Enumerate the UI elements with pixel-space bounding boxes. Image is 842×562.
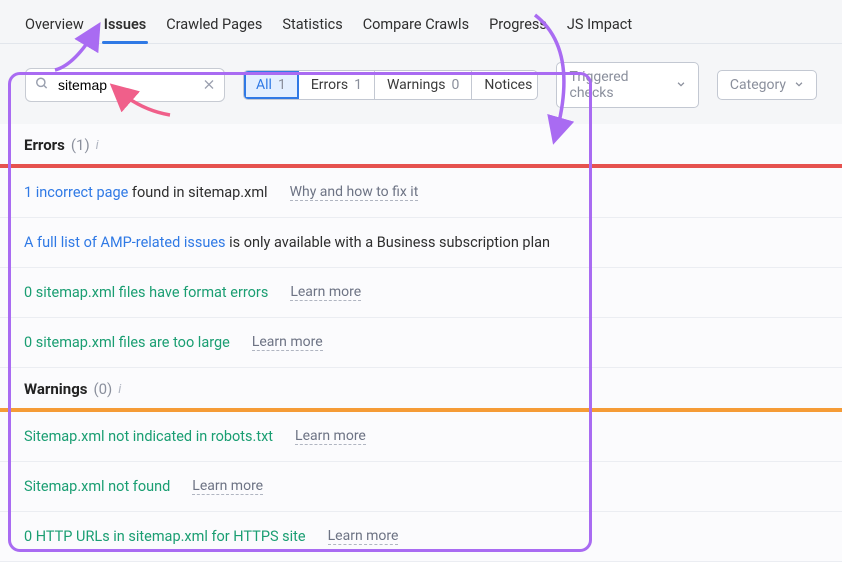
issue-text: 0 sitemap.xml files are too large [24,334,230,351]
errors-count: (1) [71,136,90,154]
issue-row: Sitemap.xml not indicated in robots.txt … [0,412,842,462]
issue-row: 0 HTTP URLs in sitemap.xml for HTTPS sit… [0,512,842,562]
issue-row: 0 sitemap.xml files are too large Learn … [0,318,842,368]
learn-more-link[interactable]: Learn more [295,428,366,445]
filter-notices-label: Notices [484,77,532,93]
filter-errors-count: 1 [354,77,362,93]
search-box [25,68,225,102]
issue-row: 0 sitemap.xml files have format errors L… [0,268,842,318]
main-tabs: Overview Issues Crawled Pages Statistics… [0,0,842,44]
search-icon [35,76,49,95]
category-label: Category [730,77,786,93]
issue-row: 1 incorrect page found in sitemap.xml Wh… [0,168,842,218]
search-input[interactable] [25,68,225,102]
filter-all-count: 1 [278,77,286,93]
learn-more-link[interactable]: Learn more [252,334,323,351]
learn-more-link[interactable]: Learn more [290,284,361,301]
warnings-title: Warnings [24,380,87,398]
filter-errors[interactable]: Errors 1 [299,71,375,99]
issue-row: A full list of AMP-related issues is onl… [0,218,842,268]
issue-text-part: found in sitemap.xml [128,184,267,201]
filter-errors-label: Errors [311,77,348,93]
why-how-fix-link[interactable]: Why and how to fix it [290,184,419,201]
issues-content: Errors (1) i 1 incorrect page found in s… [0,124,842,562]
tab-compare-crawls[interactable]: Compare Crawls [353,8,479,43]
filter-notices[interactable]: Notices 0 [472,71,538,99]
tab-issues[interactable]: Issues [94,8,156,43]
warnings-count: (0) [93,380,112,398]
issue-text-part: is only available with a Business subscr… [226,234,550,251]
triggered-checks-label: Triggered checks [569,69,667,101]
issue-row: Sitemap.xml not found Learn more [0,462,842,512]
tab-overview[interactable]: Overview [15,8,94,43]
filter-all-label: All [256,77,272,93]
triggered-checks-dropdown[interactable]: Triggered checks [556,62,698,108]
tab-js-impact[interactable]: JS Impact [557,8,642,43]
issue-link[interactable]: A full list of AMP-related issues [24,234,226,251]
learn-more-link[interactable]: Learn more [328,528,399,545]
issue-text: Sitemap.xml not indicated in robots.txt [24,428,273,445]
category-dropdown[interactable]: Category [717,70,817,100]
filter-warnings-count: 0 [451,77,459,93]
chevron-down-icon [676,77,686,93]
filter-warnings-label: Warnings [387,77,446,93]
tab-crawled-pages[interactable]: Crawled Pages [156,8,272,43]
clear-icon[interactable] [203,76,215,95]
filter-all[interactable]: All 1 [244,71,299,99]
issue-text: 0 sitemap.xml files have format errors [24,284,268,301]
learn-more-link[interactable]: Learn more [192,478,263,495]
toolbar: All 1 Errors 1 Warnings 0 Notices 0 Trig… [0,44,842,120]
info-icon[interactable]: i [96,138,99,153]
warnings-header: Warnings (0) i [0,368,842,408]
tab-progress[interactable]: Progress [479,8,557,43]
issue-text: 0 HTTP URLs in sitemap.xml for HTTPS sit… [24,528,306,545]
issue-text: Sitemap.xml not found [24,478,170,495]
tab-statistics[interactable]: Statistics [272,8,352,43]
filter-group: All 1 Errors 1 Warnings 0 Notices 0 [243,70,538,100]
filter-warnings[interactable]: Warnings 0 [375,71,472,99]
issue-link[interactable]: 1 incorrect page [24,184,128,201]
chevron-down-icon [794,77,804,93]
errors-title: Errors [24,136,65,154]
info-icon[interactable]: i [118,382,121,397]
issue-text: A full list of AMP-related issues is onl… [24,234,550,251]
issue-text: 1 incorrect page found in sitemap.xml [24,184,268,201]
errors-header: Errors (1) i [0,124,842,164]
